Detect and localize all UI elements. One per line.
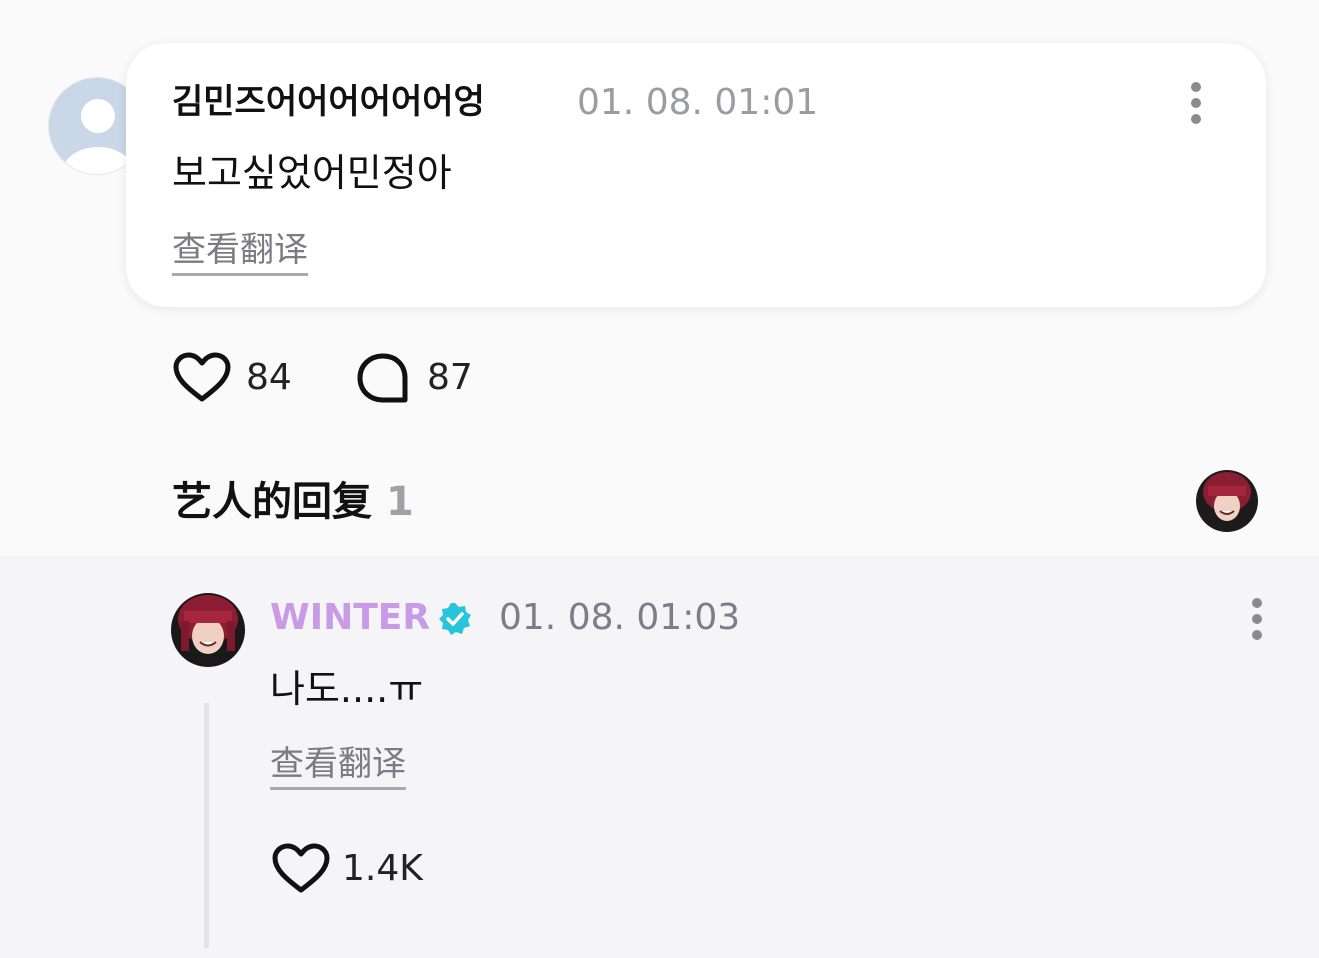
comment-author[interactable]: 김민즈어어어어어어엉 bbox=[172, 82, 485, 122]
reply-translate-link[interactable]: 查看翻译 bbox=[270, 744, 406, 790]
like-count: 84 bbox=[246, 357, 292, 398]
heart-icon[interactable] bbox=[172, 352, 232, 404]
thread-line bbox=[204, 703, 209, 948]
reply-count: 87 bbox=[427, 357, 473, 398]
comment-text: 보고싶었어민정아 bbox=[172, 151, 452, 195]
section-title-text: 艺人的回复 bbox=[172, 479, 372, 525]
more-vertical-icon[interactable] bbox=[1247, 597, 1267, 641]
heart-icon[interactable] bbox=[271, 843, 331, 895]
verified-badge-icon bbox=[439, 603, 471, 635]
more-vertical-icon[interactable] bbox=[1186, 81, 1206, 125]
comment-bubble-icon[interactable] bbox=[356, 352, 410, 406]
artist-avatar[interactable] bbox=[171, 593, 245, 667]
reply-timestamp: 01. 08. 01:03 bbox=[499, 597, 741, 638]
artist-photo-icon bbox=[171, 593, 245, 667]
reply-like-count: 1.4K bbox=[342, 848, 423, 889]
artist-avatar-small[interactable] bbox=[1196, 470, 1258, 532]
section-count: 1 bbox=[386, 479, 414, 525]
reply-author[interactable]: WINTER bbox=[270, 598, 430, 638]
artist-photo-icon bbox=[1196, 470, 1258, 532]
comment-timestamp: 01. 08. 01:01 bbox=[577, 82, 819, 123]
translate-link[interactable]: 查看翻译 bbox=[172, 230, 308, 276]
artist-reply-header: 艺人的回复 1 bbox=[172, 478, 414, 526]
reply-text: 나도....ㅠ bbox=[270, 667, 424, 711]
